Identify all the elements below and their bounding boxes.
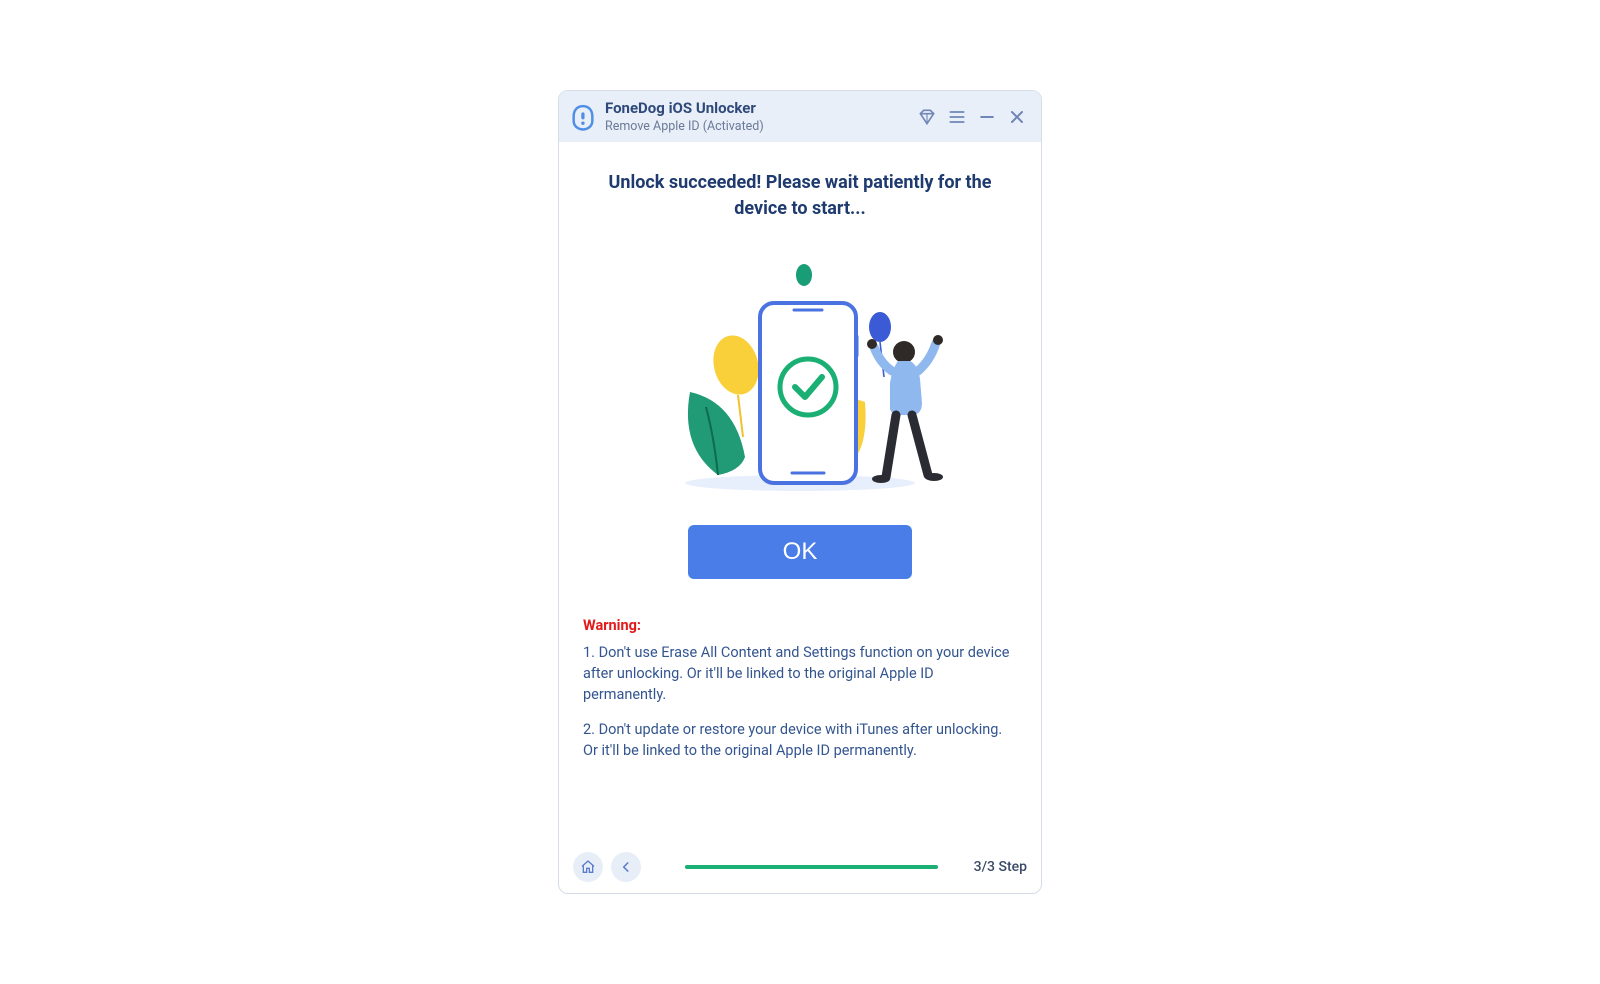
ok-button[interactable]: OK <box>688 525 912 579</box>
close-icon[interactable] <box>1007 107 1027 127</box>
footer: 3/3 Step <box>559 849 1041 893</box>
title-text-block: FoneDog iOS Unlocker Remove Apple ID (Ac… <box>605 99 909 134</box>
warning-label: Warning: <box>583 615 1017 636</box>
progress-bar <box>685 865 938 869</box>
success-heading: Unlock succeeded! Please wait patiently … <box>590 170 1010 220</box>
titlebar-icons <box>917 107 1027 127</box>
app-logo <box>569 103 597 131</box>
warning-item-1: 1. Don't use Erase All Content and Setti… <box>583 642 1017 705</box>
app-window: FoneDog iOS Unlocker Remove Apple ID (Ac… <box>558 90 1042 894</box>
diamond-icon[interactable] <box>917 107 937 127</box>
home-button[interactable] <box>573 852 603 882</box>
progress-fill <box>685 865 938 869</box>
success-illustration <box>640 247 960 497</box>
titlebar: FoneDog iOS Unlocker Remove Apple ID (Ac… <box>559 91 1041 142</box>
warning-block: Warning: 1. Don't use Erase All Content … <box>583 615 1017 775</box>
menu-icon[interactable] <box>947 107 967 127</box>
app-title: FoneDog iOS Unlocker <box>605 99 909 118</box>
app-subtitle: Remove Apple ID (Activated) <box>605 119 909 135</box>
back-button[interactable] <box>611 852 641 882</box>
warning-item-2: 2. Don't update or restore your device w… <box>583 719 1017 761</box>
step-label: 3/3 Step <box>974 859 1027 875</box>
content-area: Unlock succeeded! Please wait patiently … <box>559 142 1041 849</box>
minimize-icon[interactable] <box>977 107 997 127</box>
